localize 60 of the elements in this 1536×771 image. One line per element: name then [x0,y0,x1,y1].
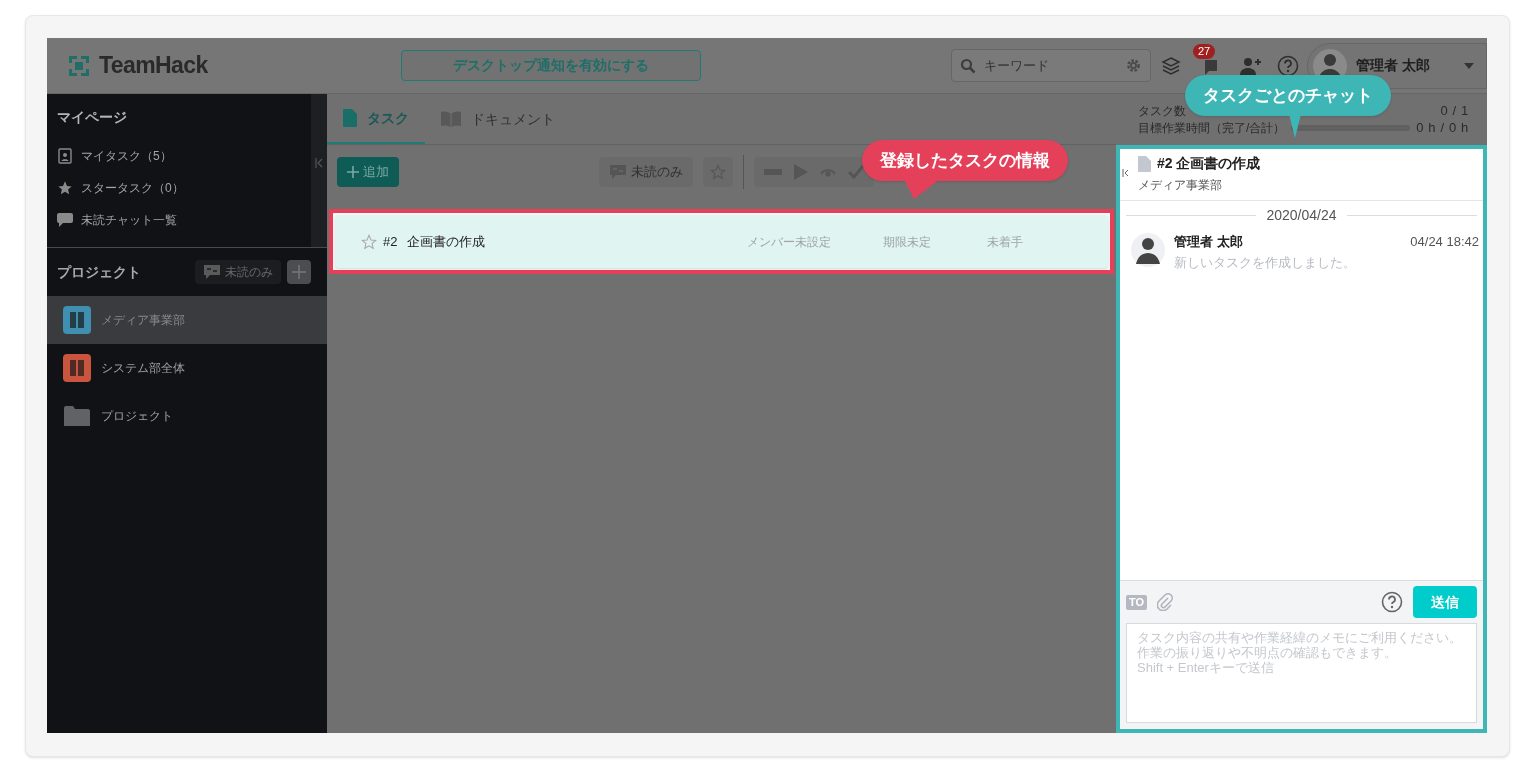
plus-icon [347,165,359,178]
task-member: メンバー未設定 [747,233,833,251]
logo-icon [67,53,91,78]
add-project-button[interactable] [287,260,311,284]
star-filter-button[interactable] [703,156,733,187]
person-card-icon [58,148,72,164]
collapse-icon[interactable] [1122,169,1129,177]
layers-icon[interactable] [1161,55,1181,76]
date-divider: 2020/04/24 [1265,206,1338,225]
user-name: 管理者 太郎 [1356,56,1430,75]
message-text: 新しいタスクを作成しました。 [1174,253,1357,272]
book-icon [441,111,461,127]
paperclip-icon[interactable] [1157,593,1174,611]
stat-value: 0 h / 0 h [1416,120,1469,136]
star-icon [57,180,73,196]
chat-task-title: #2 企画書の作成 [1157,154,1261,173]
annotation-tooltip: 登録したタスクの情報 [862,140,1068,199]
document-icon [343,109,357,127]
document-icon [1138,155,1151,172]
project-item[interactable]: プロジェクト [47,392,327,440]
avatar-icon [1130,232,1166,268]
help-icon[interactable] [1381,591,1403,613]
status-button-group[interactable] [754,156,874,187]
project-item[interactable]: システム部全体 [47,344,327,392]
chat-filter-icon [203,264,221,280]
task-status: 未着手 [987,233,1024,251]
project-item[interactable]: メディア事業部 [47,296,327,344]
check-icon [848,164,864,179]
logo-text: TeamHack [99,51,208,81]
stat-label: タスク数 [1138,103,1186,119]
star-icon[interactable] [361,233,377,250]
help-icon[interactable] [1277,54,1299,77]
task-number: #2 [383,232,398,251]
tab[interactable]: ドキュメント [425,94,571,144]
caret-icon [1464,62,1474,69]
task-title: 企画書の作成 [407,232,487,251]
message-author: 管理者 太郎 [1174,233,1243,251]
notification-count-badge: 27 [1193,43,1216,59]
add-user-icon[interactable] [1239,55,1263,76]
sidebar-item[interactable]: マイタスク（5） [81,147,172,165]
chat-project-name: メディア事業部 [1138,177,1223,194]
stat-label: 目標作業時間（完了/合計） [1138,120,1286,136]
stat-value: 0 / 1 [1440,103,1469,119]
message-time: 04/24 18:42 [1410,233,1479,251]
chat-bubble-icon [57,213,73,227]
mention-to-button[interactable]: TO [1126,594,1148,610]
sidebar-item[interactable]: 未読チャット一覧 [81,211,177,229]
plus-icon [291,264,307,280]
task-row[interactable]: #2 企画書の作成 メンバー未設定 期限未定 未着手 [335,215,1108,268]
search-icon [960,58,976,74]
sidebar-item[interactable]: スタータスク（0） [81,179,184,197]
add-button[interactable]: 追加 [337,156,399,187]
settings-icon[interactable] [1125,57,1142,74]
send-button[interactable]: 送信 [1413,586,1477,618]
task-due-date: 期限未定 [883,233,933,251]
collapse-icon [315,158,323,168]
unread-filter-button[interactable]: 未読のみ [195,260,281,284]
section-title: マイページ [56,107,128,127]
folder-icon [64,406,90,426]
section-title: プロジェクト [57,262,141,282]
